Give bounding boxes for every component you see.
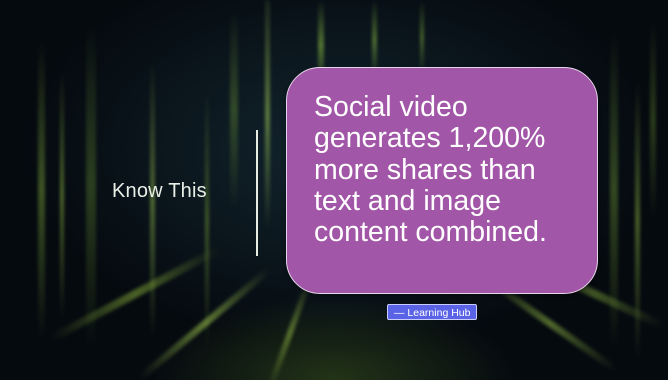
slide-heading: Know This [112,180,207,202]
light-streak [38,40,45,340]
light-streak [230,10,238,210]
light-streak [60,70,64,320]
light-streak [265,0,270,230]
source-badge: — Learning Hub [387,304,478,320]
light-streak [650,20,656,220]
slide: Know This Social video generates 1,200% … [0,0,668,380]
light-streak [86,20,96,350]
callout-text: Social video generates 1,200% more share… [314,91,547,249]
light-streak [420,0,424,75]
quote-callout-box: Social video generates 1,200% more share… [286,67,598,294]
vertical-divider [256,130,258,256]
light-streak [205,90,209,350]
